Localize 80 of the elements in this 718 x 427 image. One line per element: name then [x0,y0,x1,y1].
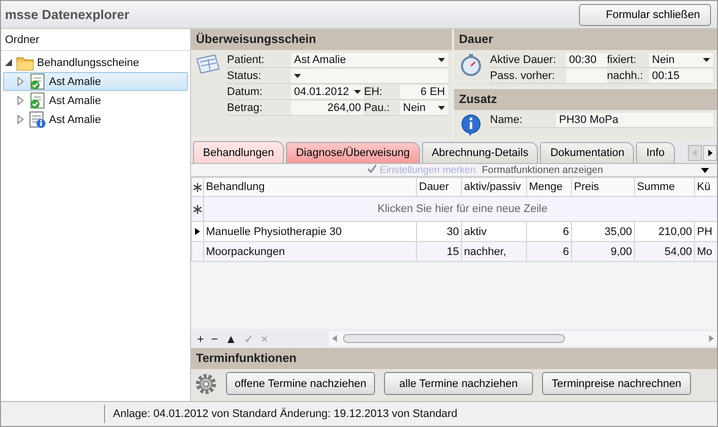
table-cell: Mo [694,242,717,262]
checked-document-icon [28,92,46,109]
input-field[interactable] [566,69,607,84]
column-header[interactable]: Behandlung [204,178,416,196]
table-cell: 54,00 [634,242,694,262]
table-cell: 210,00 [634,222,694,242]
action-button[interactable]: offene Termine nachziehen [226,372,375,395]
checked-document-icon [28,73,46,90]
info-document-icon [28,111,46,128]
dropdown-field[interactable]: Ast Amalie [291,53,448,68]
asterisk-icon [193,204,202,214]
format-functions-option[interactable]: Formatfunktionen anzeigen [482,164,603,176]
dropdown-arrow-icon [438,58,445,62]
horizontal-scrollbar[interactable] [329,331,717,346]
table-cell: aktiv [462,222,526,242]
section-title: Terminfunktionen [191,348,717,369]
expand-icon[interactable] [16,77,25,86]
input-field[interactable]: 264,00 [291,101,364,116]
tab[interactable]: Info [636,142,675,163]
dropdown-arrow-icon [703,58,710,62]
input-field[interactable]: 00:30 [566,53,607,68]
dropdown-arrow-icon [438,106,445,110]
tab[interactable]: Abrechnung-Details [422,142,538,163]
table-cell: Manuelle Physiotherapie 30 [204,222,416,242]
table-cell: 6 [526,242,572,262]
column-header[interactable]: Kü [694,178,717,196]
tree-item[interactable]: Ast Amalie [3,72,188,91]
tree-item[interactable]: Ast Amalie [3,91,188,110]
dropdown-field[interactable]: 04.01.2012 [291,85,364,100]
section-title: Dauer [454,29,717,50]
scroll-left-icon[interactable] [332,335,337,342]
current-row-icon [195,228,200,234]
column-header[interactable]: Menge [526,178,572,196]
navigator-button[interactable]: ▲ [225,332,237,346]
table-cell: 35,00 [572,222,634,242]
tree-item[interactable]: Behandlungsscheine [3,53,188,72]
table-cell: 30 [416,222,462,242]
dropdown-field[interactable]: Nein [400,101,448,116]
dropdown-field[interactable]: Nein [649,53,713,68]
table-cell: 6 [526,222,572,242]
dropdown-arrow-icon[interactable] [701,168,709,172]
gear-icon [195,372,217,394]
stopwatch-icon [458,53,484,77]
column-header[interactable]: Summe [634,178,694,196]
tab[interactable]: Dokumentation [540,142,634,163]
sidebar-heading: Ordner [1,29,190,51]
expand-icon[interactable] [16,115,25,124]
tree-item[interactable]: Ast Amalie [3,110,188,129]
close-form-button[interactable]: Formular schließen [578,4,711,26]
new-row-hint[interactable]: Klicken Sie hier für eine neue Zeile [204,196,717,222]
table-cell: Moorpackungen [204,242,416,262]
expand-icon[interactable] [16,96,25,105]
window-title: msse Datenexplorer [5,7,130,22]
scrollbar-thumb[interactable] [343,334,565,343]
action-button[interactable]: alle Termine nachziehen [384,372,533,395]
table-cell: 15 [416,242,462,262]
table-cell: PH [694,222,717,242]
dropdown-arrow-icon [354,90,361,94]
table-cell: 9,00 [572,242,634,262]
scroll-right-icon[interactable] [703,145,717,161]
status-text: Anlage: 04.01.2012 von Standard Änderung: 19.12.2013 von Standard [112,408,458,420]
dropdown-arrow-icon [294,74,301,78]
input-field[interactable]: PH30 MoPa [556,113,713,128]
input-field[interactable]: 00:15 [649,69,713,84]
column-header[interactable]: Preis [572,178,634,196]
action-button[interactable]: Terminpreise nachrechnen [542,372,691,395]
tab[interactable]: Diagnose/Überweisung [286,142,420,163]
section-title: Überweisungsschein [191,29,452,50]
section-title: Zusatz [454,89,717,110]
navigator-button[interactable]: + [197,332,204,346]
checkmark-icon [366,164,377,173]
column-header[interactable]: aktiv/passiv [462,178,526,196]
asterisk-icon [193,182,202,192]
input-field[interactable]: 6 EH [400,85,448,100]
navigator-button[interactable]: − [211,332,218,346]
collapse-icon[interactable] [4,58,13,67]
dropdown-field[interactable] [291,69,448,84]
tab[interactable]: Behandlungen [193,141,284,163]
table-cell: nachher, [462,242,526,262]
column-header[interactable]: Dauer [416,178,462,196]
